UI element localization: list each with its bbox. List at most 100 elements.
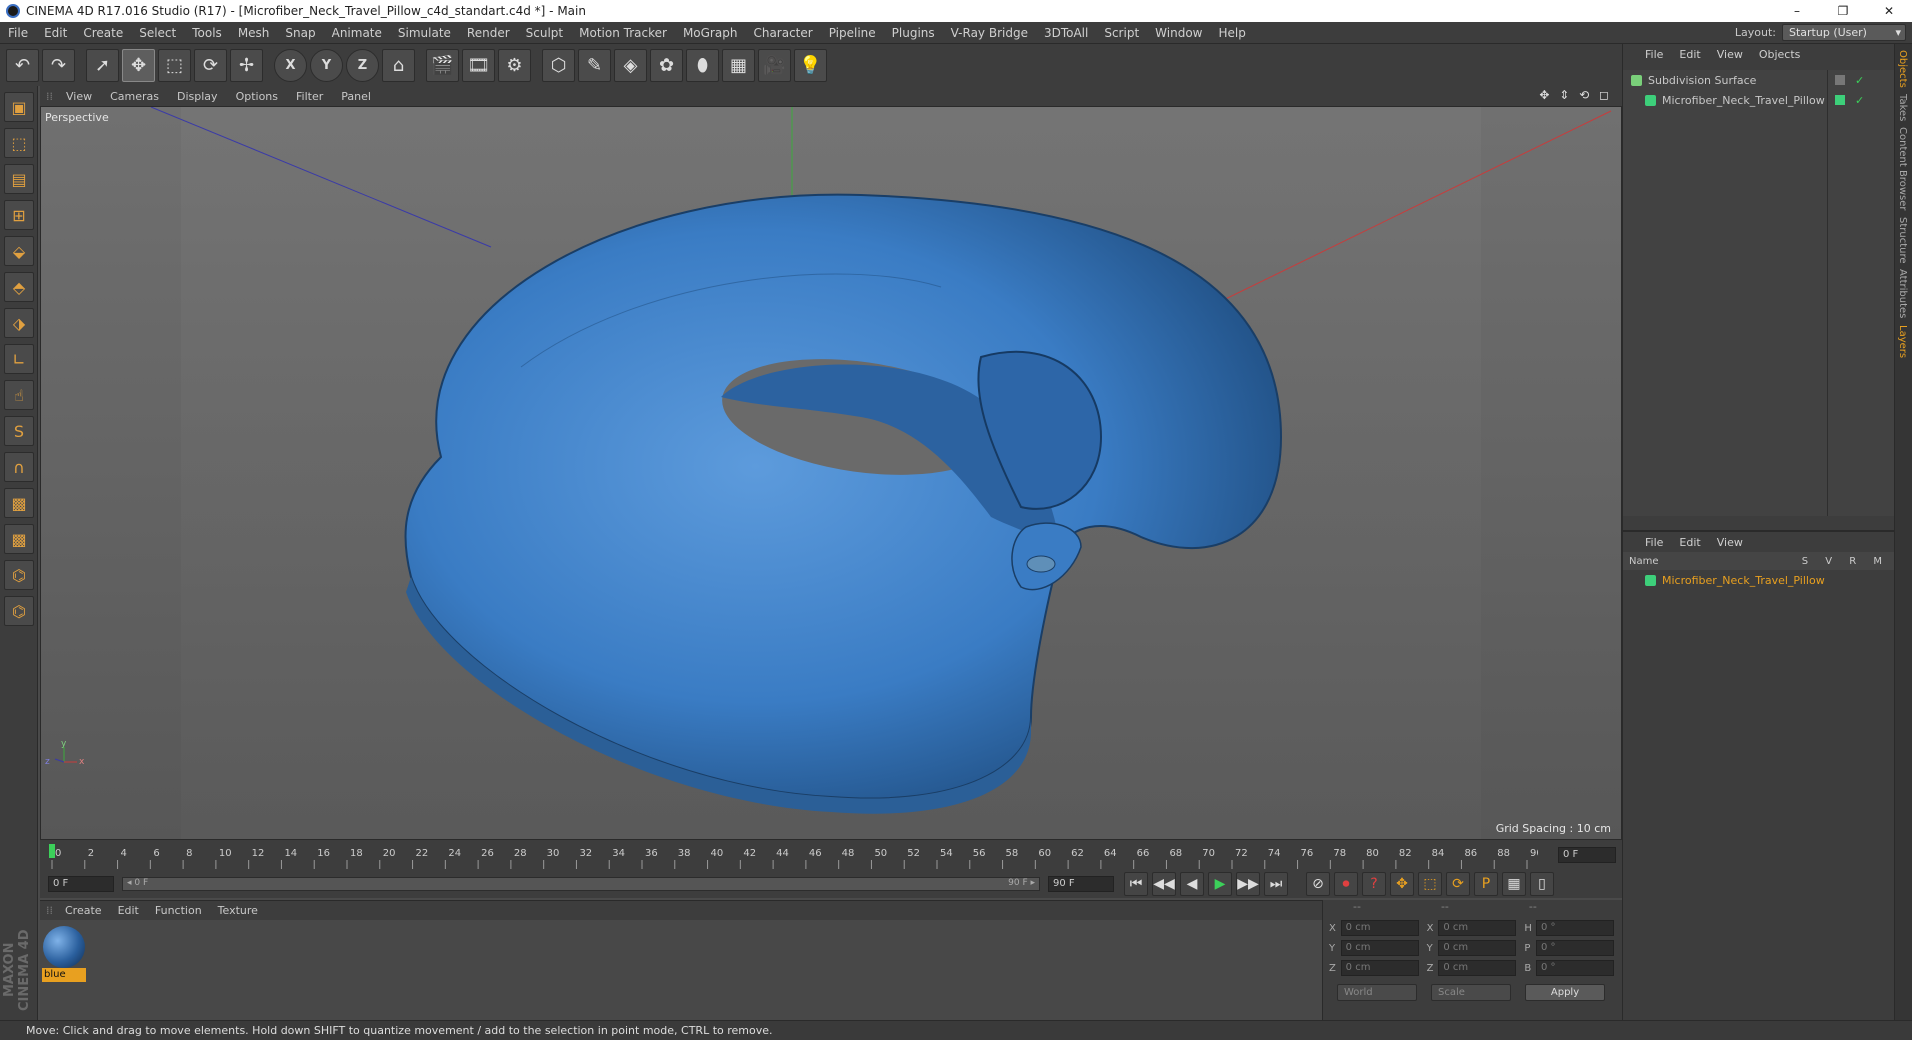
world-coords-icon[interactable]: ⌂ [382,48,415,82]
playhead-marker[interactable] [49,844,55,858]
object-menu-file[interactable]: File [1637,48,1671,61]
axis-icon[interactable]: ∟ [4,344,34,374]
coords-value-field[interactable]: 0 ° [1536,940,1615,956]
menu-create[interactable]: Create [75,26,131,40]
layout-select[interactable]: Startup (User) ▾ [1782,24,1906,41]
coords-value-field[interactable]: 0 cm [1438,960,1517,976]
material-swatch-blue[interactable]: blue [42,926,86,982]
previous-key-icon[interactable]: ◀◀ [1152,872,1176,896]
coords-value-field[interactable]: 0 cm [1340,920,1419,936]
object-enabled-check-icon[interactable]: ✓ [1855,94,1864,107]
side-tab-layers[interactable]: Layers [1897,325,1908,358]
camera-icon[interactable]: 🎥 [758,48,791,82]
material-menu-edit[interactable]: Edit [110,904,147,917]
tweak-icon[interactable]: ☝ [4,380,34,410]
viewport-menu-cameras[interactable]: Cameras [101,90,168,103]
move-icon[interactable]: ✥ [122,48,155,82]
side-tab-content-browser[interactable]: Content Browser [1897,127,1908,210]
viewport-nav-icons[interactable]: ✥ ⇕ ⟲ ◻ [1539,88,1612,102]
cube-icon[interactable]: ⬡ [542,48,575,82]
previous-frame-icon[interactable]: ◀ [1180,872,1204,896]
select-arrow-icon[interactable]: ➚ [86,48,119,82]
menu-tools[interactable]: Tools [184,26,230,40]
solo-icon[interactable]: S [4,416,34,446]
material-menu-function[interactable]: Function [147,904,210,917]
coords-value-field[interactable]: 0 cm [1438,940,1517,956]
grid-lock-icon[interactable]: ▩ [4,488,34,518]
coords-value-field[interactable]: 0 cm [1340,960,1419,976]
deformer-icon[interactable]: ⬮ [686,48,719,82]
menu-mesh[interactable]: Mesh [230,26,278,40]
close-button[interactable]: ✕ [1866,0,1912,22]
viewport-menu-view[interactable]: View [57,90,101,103]
rotate-icon[interactable]: ⟳ [194,48,227,82]
material-menu-texture[interactable]: Texture [210,904,266,917]
end-frame-field[interactable]: 90 F [1048,876,1114,892]
timeline-icon[interactable]: ▯ [1530,872,1554,896]
subdivision-icon[interactable]: ◈ [614,48,647,82]
menu-window[interactable]: Window [1147,26,1210,40]
texture-mode-icon[interactable]: ▤ [4,164,34,194]
viewport-menu-filter[interactable]: Filter [287,90,332,103]
y-axis-icon[interactable]: Y [310,48,343,82]
layer-menu-edit[interactable]: Edit [1671,536,1708,549]
perspective-viewport[interactable]: y z x Perspective Grid Spacing : 10 cm [40,106,1622,840]
make-editable-icon[interactable]: ▣ [4,92,34,122]
render-picture-viewer-icon[interactable]: 🎞 [462,48,495,82]
object-row[interactable]: Microfiber_Neck_Travel_Pillow ✓ [1623,90,1895,110]
timeline-ticks[interactable]: 0 2 4 6 8 10 12 14 16 18 20 22 24 26 28 30 32 34 36 38 40 42 4… [48,840,1538,870]
x-axis-icon[interactable]: X [274,48,307,82]
object-menu-edit[interactable]: Edit [1671,48,1708,61]
z-axis-icon[interactable]: Z [346,48,379,82]
undo-icon[interactable]: ↶ [6,48,39,82]
minimize-button[interactable]: – [1774,0,1820,22]
snap-magnet-icon[interactable]: ∩ [4,452,34,482]
workplane-icon[interactable]: ⊞ [4,200,34,230]
go-to-start-icon[interactable]: ⏮ [1124,872,1148,896]
menu-animate[interactable]: Animate [324,26,390,40]
menu-file[interactable]: File [0,26,36,40]
object-row[interactable]: Subdivision Surface ✓ [1623,70,1895,90]
menu-select[interactable]: Select [131,26,184,40]
key-pla-icon[interactable]: ▦ [1502,872,1526,896]
key-param-icon[interactable]: P [1474,872,1498,896]
array-icon[interactable]: ✿ [650,48,683,82]
menu-mograph[interactable]: MoGraph [675,26,746,40]
menu-render[interactable]: Render [459,26,518,40]
menu-plugins[interactable]: Plugins [884,26,943,40]
points-mode-icon[interactable]: ⬙ [4,236,34,266]
coords-mode-select[interactable]: World [1337,984,1417,1001]
timeline-ruler[interactable]: 0 2 4 6 8 10 12 14 16 18 20 22 24 26 28 30 32 34 36 38 40 42 4… [40,840,1622,870]
menu-3dtoall[interactable]: 3DToAll [1036,26,1096,40]
menu-simulate[interactable]: Simulate [390,26,459,40]
layer-row[interactable]: Microfiber_Neck_Travel_Pillow [1623,570,1895,590]
coords-value-field[interactable]: 0 cm [1438,920,1517,936]
material-menu-create[interactable]: Create [57,904,110,917]
go-to-end-icon[interactable]: ⏭ [1264,872,1288,896]
motion-record-icon[interactable]: ⊘ [1306,872,1330,896]
python-2-icon[interactable]: ⌬ [4,596,34,626]
side-tab-takes[interactable]: Takes [1897,94,1908,121]
viewport-menu-display[interactable]: Display [168,90,227,103]
layer-menu-view[interactable]: View [1709,536,1751,549]
side-tab-attributes[interactable]: Attributes [1897,269,1908,318]
menu-script[interactable]: Script [1096,26,1147,40]
object-menu-objects[interactable]: Objects [1751,48,1809,61]
layer-menu-file[interactable]: File [1637,536,1671,549]
key-position-icon[interactable]: ✥ [1390,872,1414,896]
polygons-mode-icon[interactable]: ⬗ [4,308,34,338]
viewport-menu-panel[interactable]: Panel [332,90,380,103]
play-icon[interactable]: ▶ [1208,872,1232,896]
model-mode-icon[interactable]: ⬚ [4,128,34,158]
key-scale-icon[interactable]: ⬚ [1418,872,1442,896]
scale-icon[interactable]: ⬚ [158,48,191,82]
menu-v-ray-bridge[interactable]: V-Ray Bridge [943,26,1036,40]
render-view-icon[interactable]: 🎬 [426,48,459,82]
redo-icon[interactable]: ↷ [42,48,75,82]
object-visibility-dots[interactable] [1835,75,1845,85]
frame-range-slider[interactable]: ◂ 0 F 90 F ▸ [122,877,1040,891]
next-frame-icon[interactable]: ▶▶ [1236,872,1260,896]
menu-motion-tracker[interactable]: Motion Tracker [571,26,675,40]
apply-button[interactable]: Apply [1525,984,1605,1001]
coords-scale-select[interactable]: Scale [1431,984,1511,1001]
